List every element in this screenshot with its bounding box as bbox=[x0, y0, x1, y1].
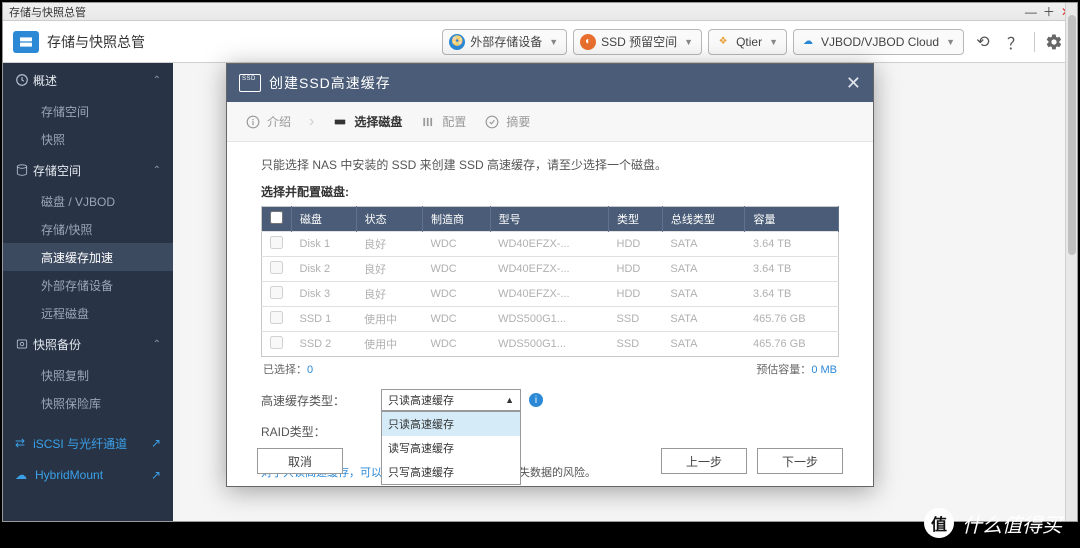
cache-type-select[interactable]: 只读高速缓存 ▲ bbox=[381, 389, 521, 411]
prev-button[interactable]: 上一步 bbox=[661, 448, 747, 474]
ssd-icon bbox=[239, 74, 261, 92]
window-title: 存储与快照总管 bbox=[9, 4, 86, 20]
sidebar: 概述 ⌃ 存储空间 快照 存储空间 ⌃ 磁盘 / VJBOD 存储/快照 高速缓… bbox=[3, 63, 173, 521]
select-all-header[interactable] bbox=[262, 207, 292, 232]
table-row[interactable]: SSD 2使用中WDCWDS500G1...SSDSATA465.76 GB bbox=[262, 332, 839, 357]
external-link-icon: ↗ bbox=[151, 468, 161, 482]
select-all-checkbox[interactable] bbox=[270, 211, 283, 224]
vertical-scrollbar[interactable] bbox=[1065, 3, 1077, 521]
sliders-icon bbox=[420, 114, 436, 130]
sidebar-item-external[interactable]: 外部存储设备 bbox=[3, 271, 173, 299]
watermark: 值 什么值得买 bbox=[924, 508, 1062, 538]
dropdown-option[interactable]: 只写高速缓存 bbox=[382, 460, 520, 484]
selected-count: 0 bbox=[307, 364, 313, 376]
cache-type-dropdown: 只读高速缓存 读写高速缓存 只写高速缓存 bbox=[381, 411, 521, 485]
sidebar-group-storage[interactable]: 存储空间 ⌃ bbox=[3, 153, 173, 187]
watermark-icon: 值 bbox=[924, 508, 954, 538]
disk-icon bbox=[332, 114, 348, 130]
sidebar-item-cache-accel[interactable]: 高速缓存加速 bbox=[3, 243, 173, 271]
arrow-icon: › bbox=[309, 113, 314, 131]
row-checkbox[interactable] bbox=[270, 236, 283, 249]
cache-type-label: 高速缓存类型： bbox=[261, 392, 381, 409]
row-checkbox[interactable] bbox=[270, 261, 283, 274]
disk-table: 磁盘 状态 制造商 型号 类型 总线类型 容量 Disk 1良好WDCWD40E… bbox=[261, 206, 839, 357]
chevron-up-icon: ⌃ bbox=[153, 165, 161, 176]
step-select-disk[interactable]: 选择磁盘 bbox=[332, 113, 402, 130]
create-ssd-cache-dialog: 创建SSD高速缓存 ✕ 介绍 › 选择磁盘 配置 摘要 只能选择 NAS 中 bbox=[226, 63, 874, 487]
sidebar-item-overview-snapshot[interactable]: 快照 bbox=[3, 125, 173, 153]
pill-qtier[interactable]: ❖ Qtier▼ bbox=[708, 29, 787, 55]
scrollbar-thumb[interactable] bbox=[1068, 15, 1076, 255]
cancel-button[interactable]: 取消 bbox=[257, 448, 343, 474]
step-intro[interactable]: 介绍 bbox=[245, 113, 291, 130]
check-icon bbox=[484, 114, 500, 130]
info-icon[interactable]: i bbox=[529, 393, 543, 407]
dropdown-caret-icon: ▲ bbox=[505, 395, 514, 405]
sidebar-link-hybridmount[interactable]: ☁HybridMount ↗ bbox=[3, 459, 173, 491]
sidebar-group-snapshot-backup[interactable]: 快照备份 ⌃ bbox=[3, 327, 173, 361]
row-checkbox[interactable] bbox=[270, 336, 283, 349]
estimated-capacity: 0 MB bbox=[811, 364, 837, 376]
sidebar-item-snapshot-vault[interactable]: 快照保险库 bbox=[3, 389, 173, 417]
dialog-close-button[interactable]: ✕ bbox=[846, 73, 861, 94]
sidebar-item-remote-disk[interactable]: 远程磁盘 bbox=[3, 299, 173, 327]
step-summary[interactable]: 摘要 bbox=[484, 113, 530, 130]
next-button[interactable]: 下一步 bbox=[757, 448, 843, 474]
step-configure[interactable]: 配置 bbox=[420, 113, 466, 130]
external-link-icon: ↗ bbox=[151, 436, 161, 450]
app-title: 存储与快照总管 bbox=[47, 32, 145, 52]
pill-vjbod[interactable]: ☁ VJBOD/VJBOD Cloud▼ bbox=[793, 29, 964, 55]
sidebar-item-snapshot-replica[interactable]: 快照复制 bbox=[3, 361, 173, 389]
dialog-header: 创建SSD高速缓存 ✕ bbox=[227, 64, 873, 102]
pill-external-storage[interactable]: 📀 外部存储设备▼ bbox=[442, 29, 567, 55]
info-icon bbox=[245, 114, 261, 130]
sidebar-item-storage-snapshot[interactable]: 存储/快照 bbox=[3, 215, 173, 243]
table-row[interactable]: Disk 3良好WDCWD40EFZX-...HDDSATA3.64 TB bbox=[262, 282, 839, 307]
refresh-icon[interactable]: ⟲ bbox=[970, 29, 996, 55]
row-checkbox[interactable] bbox=[270, 311, 283, 324]
wizard-steps: 介绍 › 选择磁盘 配置 摘要 bbox=[227, 102, 873, 142]
sidebar-item-overview-storage[interactable]: 存储空间 bbox=[3, 97, 173, 125]
instruction-text: 只能选择 NAS 中安装的 SSD 来创建 SSD 高速缓存，请至少选择一个磁盘… bbox=[261, 156, 839, 173]
table-row[interactable]: Disk 2良好WDCWD40EFZX-...HDDSATA3.64 TB bbox=[262, 257, 839, 282]
table-row[interactable]: SSD 1使用中WDCWDS500G1...SSDSATA465.76 GB bbox=[262, 307, 839, 332]
select-disk-label: 选择并配置磁盘: bbox=[261, 183, 839, 200]
row-checkbox[interactable] bbox=[270, 286, 283, 299]
chevron-up-icon: ⌃ bbox=[153, 339, 161, 350]
maximize-button[interactable]: ＋ bbox=[1043, 3, 1055, 20]
minimize-button[interactable]: — bbox=[1025, 5, 1037, 19]
sidebar-link-iscsi[interactable]: ⇄iSCSI 与光纤通道 ↗ bbox=[3, 427, 173, 459]
window-titlebar: 存储与快照总管 — ＋ ✕ bbox=[3, 3, 1077, 21]
help-icon[interactable]: ？ bbox=[1002, 29, 1028, 55]
settings-icon[interactable] bbox=[1041, 29, 1067, 55]
dialog-title: 创建SSD高速缓存 bbox=[269, 73, 391, 93]
chevron-up-icon: ⌃ bbox=[153, 75, 161, 86]
table-row[interactable]: Disk 1良好WDCWD40EFZX-...HDDSATA3.64 TB bbox=[262, 232, 839, 257]
sidebar-item-disk-vjbod[interactable]: 磁盘 / VJBOD bbox=[3, 187, 173, 215]
pill-ssd-over[interactable]: ◐ SSD 预留空间▼ bbox=[573, 29, 702, 55]
app-icon bbox=[13, 31, 39, 53]
dropdown-option[interactable]: 只读高速缓存 bbox=[382, 412, 520, 436]
sidebar-group-overview[interactable]: 概述 ⌃ bbox=[3, 63, 173, 97]
dropdown-option[interactable]: 读写高速缓存 bbox=[382, 436, 520, 460]
app-toolbar: 存储与快照总管 📀 外部存储设备▼ ◐ SSD 预留空间▼ ❖ Qtier▼ ☁… bbox=[3, 21, 1077, 63]
